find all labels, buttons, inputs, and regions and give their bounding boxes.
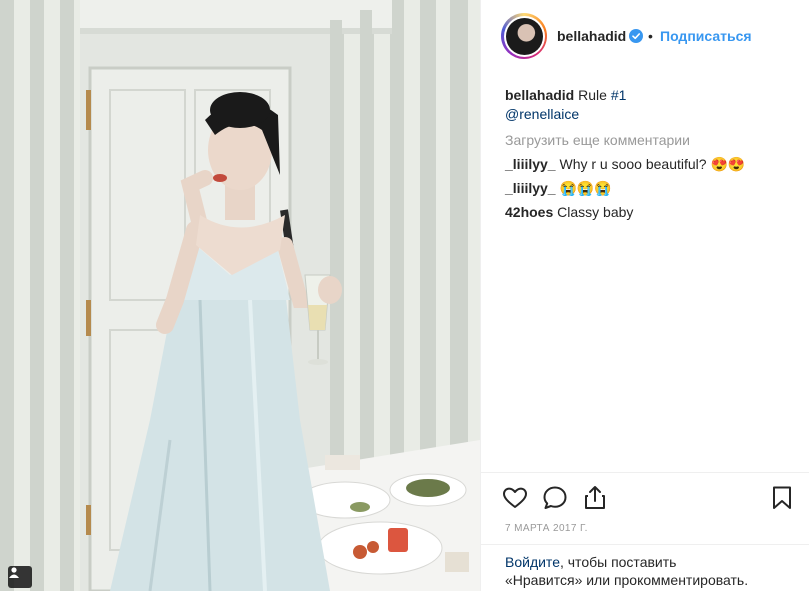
comment-text: 😭😭😭 [555,180,612,196]
post-date[interactable]: 7 МАРТА 2017 Г. [505,523,588,534]
verified-badge-icon [629,29,643,43]
post-header: bellahadid • Подписаться [481,0,809,72]
header-username[interactable]: bellahadid [557,28,626,44]
comment-item: _liiilyy_ Why r u sooo beautiful? 😍😍 [505,155,795,173]
post-photo[interactable] [0,0,480,591]
caption-mention[interactable]: @renellaice [505,105,795,123]
comments-list: bellahadid Rule #1 @renellaice Загрузить… [505,86,795,221]
caption: bellahadid Rule #1 @renellaice [505,86,795,123]
photo-illustration [80,0,480,591]
header-separator: • [648,28,653,44]
comment-username[interactable]: 42hoes [505,204,553,220]
login-prompt: Войдите, чтобы поставить «Нравится» или … [481,544,809,589]
comment-icon[interactable] [541,484,569,512]
caption-username[interactable]: bellahadid [505,87,574,103]
heart-icon[interactable] [501,484,529,512]
login-prompt-text-2: «Нравится» или прокомментировать. [505,572,749,588]
avatar-image [505,17,543,55]
post-side-panel: bellahadid • Подписаться bellahadid Rule… [480,0,809,591]
login-link[interactable]: Войдите [505,554,560,570]
avatar[interactable] [501,13,547,59]
user-tag-icon[interactable] [8,566,32,588]
follow-button[interactable]: Подписаться [660,28,752,44]
caption-hashtag[interactable]: #1 [611,87,627,103]
login-prompt-text-1: , чтобы поставить [559,554,677,570]
comment-text: Why r u sooo beautiful? 😍😍 [555,156,746,172]
comment-item: _liiilyy_ 😭😭😭 [505,179,795,197]
action-bar [481,472,809,522]
share-icon[interactable] [581,484,609,512]
bookmark-icon[interactable] [768,484,796,512]
comment-text: Classy baby [553,204,634,220]
comment-item: 42hoes Classy baby [505,203,795,221]
load-more-comments-button[interactable]: Загрузить еще комментарии [505,131,795,149]
comment-username[interactable]: _liiilyy_ [505,156,556,172]
comment-username[interactable]: _liiilyy_ [505,180,556,196]
caption-text: Rule [574,87,611,103]
